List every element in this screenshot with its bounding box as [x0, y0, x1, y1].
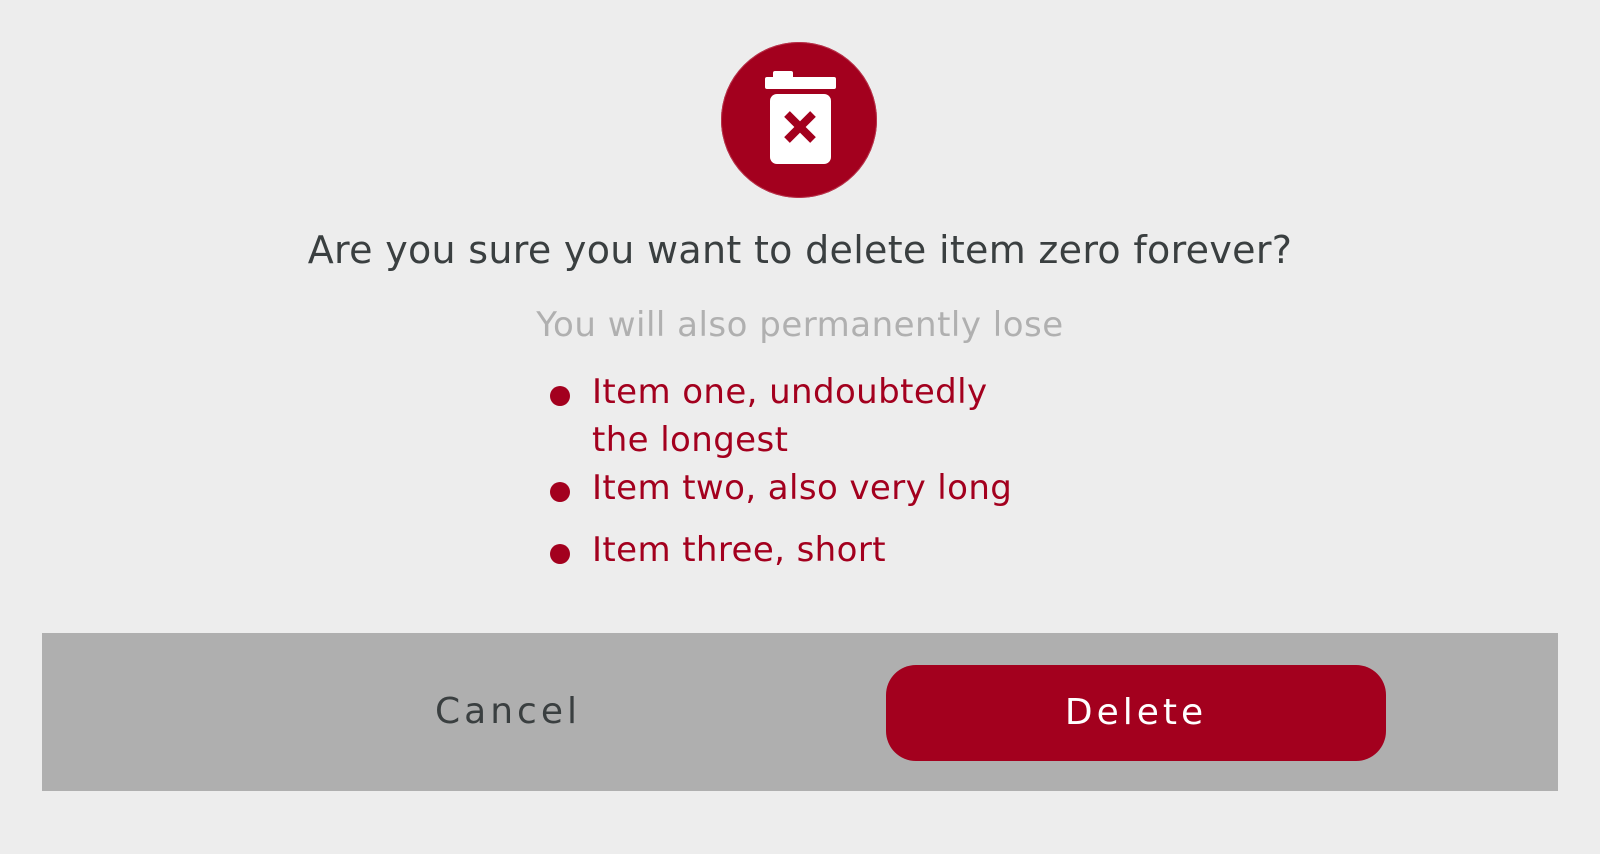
dialog-footer: Cancel Delete: [42, 633, 1558, 791]
delete-button[interactable]: Delete: [886, 665, 1386, 761]
items-to-lose-list: Item one, undoubtedly the longest Item t…: [550, 368, 1070, 588]
list-item: Item one, undoubtedly the longest: [550, 368, 1012, 464]
dialog-title: Are you sure you want to delete item zer…: [307, 228, 1293, 272]
list-item-label: Item two, also very long: [592, 468, 1013, 508]
bullet-icon: [550, 386, 570, 406]
bullet-icon: [550, 544, 570, 564]
list-item: Item two, also very long: [550, 464, 1070, 512]
list-item-label: Item one, undoubtedly the longest: [592, 372, 988, 460]
list-item-label: Item three, short: [592, 530, 886, 570]
trash-can-icon: [765, 71, 836, 164]
bullet-icon: [550, 482, 570, 502]
dialog-subtitle: You will also permanently lose: [536, 305, 1064, 345]
trash-delete-icon: [721, 42, 877, 198]
cancel-button[interactable]: Cancel: [278, 664, 738, 760]
delete-confirmation-dialog: Are you sure you want to delete item zer…: [0, 0, 1600, 854]
list-item: Item three, short: [550, 526, 1070, 574]
